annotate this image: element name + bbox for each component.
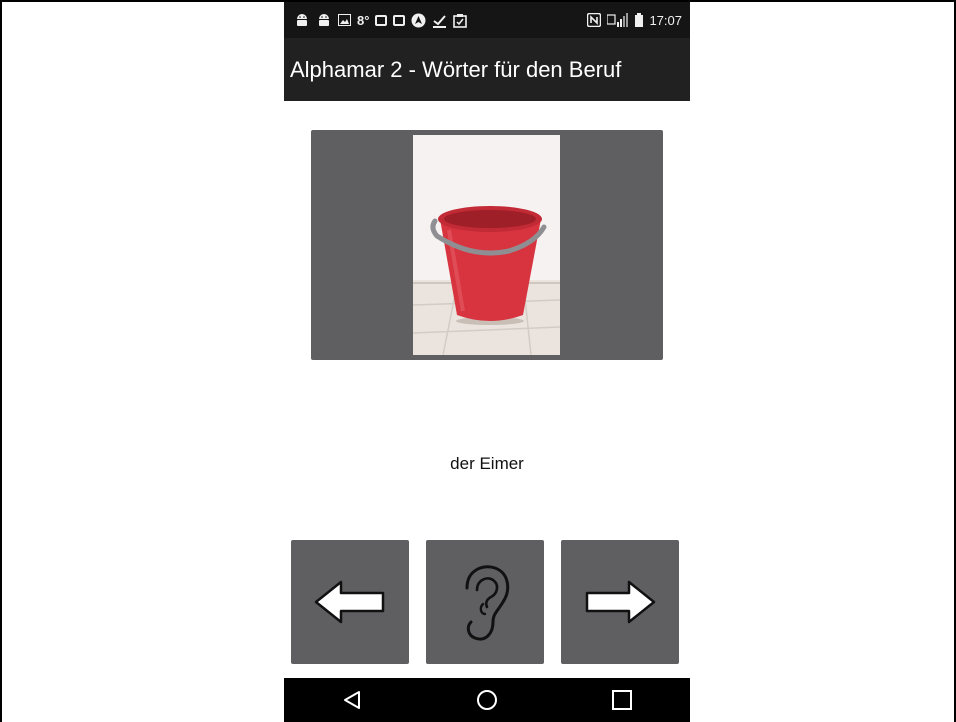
status-bar: 8° 17:07 bbox=[284, 2, 690, 38]
back-triangle-icon bbox=[343, 691, 360, 709]
word-image-card bbox=[311, 130, 663, 360]
next-word-button[interactable] bbox=[561, 540, 679, 664]
right-arrow-icon bbox=[585, 580, 656, 624]
app-bar: Alphamar 2 - Wörter für den Beruf bbox=[284, 38, 690, 101]
app-icon bbox=[393, 14, 406, 26]
ear-icon bbox=[465, 565, 510, 641]
temperature-text: 8° bbox=[357, 12, 370, 28]
nfc-icon bbox=[587, 13, 602, 27]
bucket-illustration bbox=[413, 135, 560, 355]
clock-time: 17:07 bbox=[649, 12, 682, 28]
previous-word-button[interactable] bbox=[291, 540, 409, 664]
signal-icon bbox=[607, 13, 629, 27]
status-icons-left: 8° bbox=[294, 12, 468, 28]
phone-screen: 8° 17:07 Alphamar 2 - Wörter für den Ber… bbox=[284, 2, 690, 722]
recents-button[interactable] bbox=[592, 678, 652, 722]
status-icons-right: 17:07 bbox=[587, 13, 682, 28]
android-icon bbox=[316, 13, 332, 28]
back-button[interactable] bbox=[322, 678, 382, 722]
left-arrow-icon bbox=[314, 580, 385, 624]
download-done-icon bbox=[432, 13, 447, 28]
image-icon bbox=[338, 14, 351, 26]
android-icon bbox=[294, 13, 310, 28]
clipboard-icon bbox=[453, 13, 468, 28]
app-icon bbox=[375, 14, 388, 26]
recents-square-icon bbox=[612, 690, 633, 710]
bucket-photo bbox=[413, 135, 560, 355]
listen-button[interactable] bbox=[426, 540, 544, 664]
word-label: der Eimer bbox=[450, 454, 524, 473]
app-title: Alphamar 2 - Wörter für den Beruf bbox=[290, 56, 622, 82]
navigation-icon bbox=[411, 13, 426, 28]
system-navigation-bar bbox=[284, 678, 690, 722]
battery-icon bbox=[635, 13, 644, 27]
home-button[interactable] bbox=[457, 678, 517, 722]
home-circle-icon bbox=[476, 690, 497, 710]
